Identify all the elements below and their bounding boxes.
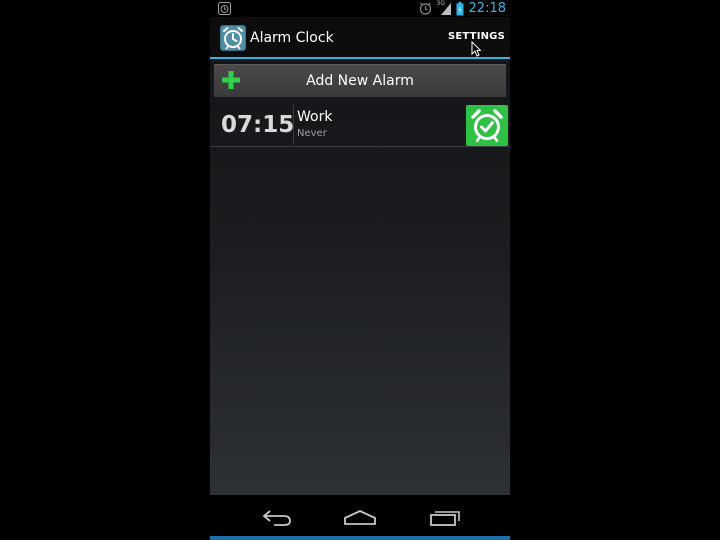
status-bar: 3G 22:18 [210, 0, 510, 17]
status-time: 22:18 [468, 1, 506, 16]
alarm-time: 07:15 [221, 112, 295, 138]
alarm-divider [293, 105, 294, 145]
alarm-row[interactable]: 07:15 Work Never [210, 103, 510, 147]
alarm-toggle-button[interactable] [466, 105, 508, 146]
status-icons: 3G 22:18 [419, 0, 506, 17]
alarm-notification-icon [218, 2, 231, 15]
alarm-set-icon [419, 2, 431, 15]
action-bar: Alarm Clock SETTINGS [210, 17, 510, 57]
app-title: Alarm Clock [250, 30, 334, 46]
nav-bar-accent [210, 536, 510, 540]
back-icon[interactable] [260, 505, 294, 529]
mouse-cursor-icon [471, 41, 481, 57]
navigation-bar [210, 495, 510, 540]
add-new-alarm-button[interactable]: Add New Alarm [214, 64, 506, 97]
home-icon[interactable] [343, 505, 377, 529]
add-new-alarm-label: Add New Alarm [306, 73, 414, 89]
alarm-label: Work [297, 109, 333, 125]
recent-apps-icon[interactable] [428, 505, 462, 529]
phone-screen: 3G 22:18 Alarm Clock SETTINGS Add New Al… [210, 0, 510, 540]
battery-icon [456, 1, 464, 15]
signal-icon [440, 3, 451, 15]
alarm-clock-icon [471, 109, 503, 142]
alarm-list-area: Add New Alarm 07:15 Work Never [210, 59, 510, 495]
alarm-clock-icon[interactable] [220, 25, 246, 51]
signal-group: 3G [437, 0, 451, 17]
alarm-repeat: Never [297, 128, 327, 139]
